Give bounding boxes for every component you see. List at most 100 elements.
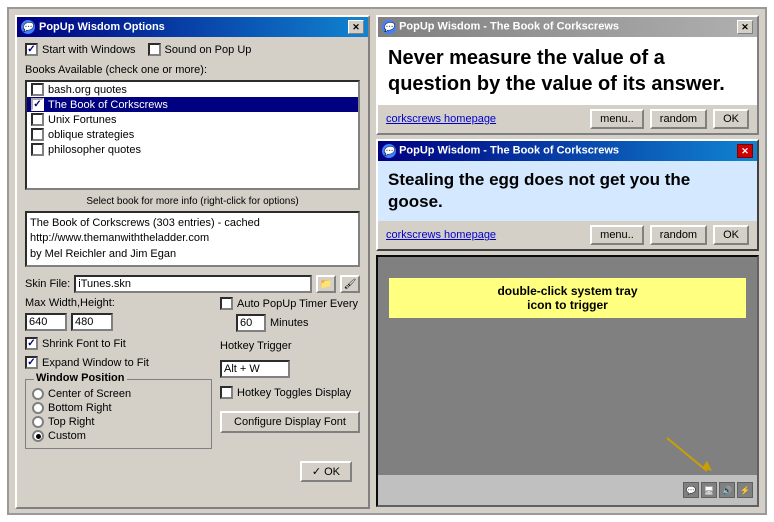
wisdom-gray-homepage-link[interactable]: corkscrews homepage <box>386 113 584 125</box>
wisdom-gray-random-button[interactable]: random <box>650 109 707 129</box>
radio-custom[interactable] <box>32 430 44 442</box>
max-height-input[interactable] <box>71 313 113 331</box>
right-col: Auto PopUp Timer Every Minutes Hotkey Tr… <box>220 297 360 449</box>
auto-timer-label: Auto PopUp Timer Every <box>237 298 358 310</box>
start-with-windows-label: Start with Windows <box>42 44 136 56</box>
position-custom[interactable]: Custom <box>32 430 205 442</box>
tray-icon-2[interactable]: 🖥 <box>701 482 717 498</box>
tray-tooltip-balloon: double-click system tray icon to trigger <box>388 277 747 319</box>
hotkey-input-row <box>220 360 360 378</box>
position-bottom-right-label: Bottom Right <box>48 402 112 414</box>
ok-button[interactable]: ✓ OK <box>300 461 352 482</box>
wisdom-blue-ok-button[interactable]: OK <box>713 225 749 245</box>
radio-bottom-right[interactable] <box>32 402 44 414</box>
wisdom-blue-close-button[interactable]: ✕ <box>737 144 753 158</box>
book-label-unix: Unix Fortunes <box>48 114 116 126</box>
book-checkbox-bash[interactable] <box>31 83 44 96</box>
skin-refresh-button[interactable]: 🖌 <box>340 275 360 293</box>
auto-timer-row: Auto PopUp Timer Every <box>220 297 360 310</box>
wisdom-gray-icon: 💬 <box>382 20 396 34</box>
hotkey-input[interactable] <box>220 360 290 378</box>
book-info-box: The Book of Corkscrews (303 entries) - c… <box>25 211 360 267</box>
book-checkbox-oblique[interactable] <box>31 128 44 141</box>
expand-window-row[interactable]: Expand Window to Fit <box>25 356 212 369</box>
book-info-line2: http://www.themanwiththeladder.com <box>30 231 355 246</box>
position-bottom-right[interactable]: Bottom Right <box>32 402 205 414</box>
position-top-right[interactable]: Top Right <box>32 416 205 428</box>
skin-browse-button[interactable]: 📁 <box>316 275 336 293</box>
book-item-philosopher[interactable]: philosopher quotes <box>27 142 358 157</box>
book-info-line1: The Book of Corkscrews (303 entries) - c… <box>30 216 355 231</box>
wisdom-blue-random-button[interactable]: random <box>650 225 707 245</box>
book-item-corkscrews[interactable]: The Book of Corkscrews <box>27 97 358 112</box>
configure-font-button[interactable]: Configure Display Font <box>220 411 360 433</box>
left-col: Max Width,Height: Shrink Font to Fit Exp… <box>25 297 212 449</box>
sound-on-popup-label: Sound on Pop Up <box>165 44 252 56</box>
window-position-legend: Window Position <box>34 372 127 384</box>
position-center[interactable]: Center of Screen <box>32 388 205 400</box>
shrink-font-row[interactable]: Shrink Font to Fit <box>25 337 212 350</box>
options-titlebar: 💬 PopUp Wisdom Options ✕ <box>17 17 368 37</box>
radio-top-right[interactable] <box>32 416 44 428</box>
expand-window-label: Expand Window to Fit <box>42 357 149 369</box>
wisdom-blue-quote: Stealing the egg does not get you the go… <box>378 161 757 221</box>
books-listbox[interactable]: bash.org quotes The Book of Corkscrews U… <box>25 80 360 190</box>
tray-icon-4[interactable]: ⚡ <box>737 482 753 498</box>
wisdom-gray-quote: Never measure the value of a question by… <box>378 37 757 105</box>
options-top-checkboxes: Start with Windows Sound on Pop Up <box>25 43 360 56</box>
minutes-label: Minutes <box>270 317 309 329</box>
wisdom-gray-title: PopUp Wisdom - The Book of Corkscrews <box>399 21 619 33</box>
book-checkbox-philosopher[interactable] <box>31 143 44 156</box>
options-close-button[interactable]: ✕ <box>348 20 364 34</box>
tray-icon-1[interactable]: 💬 <box>683 482 699 498</box>
book-item-bash[interactable]: bash.org quotes <box>27 82 358 97</box>
tray-icon-3[interactable]: 🔊 <box>719 482 735 498</box>
position-custom-label: Custom <box>48 430 86 442</box>
wisdom-blue-icon: 💬 <box>382 144 396 158</box>
book-item-oblique[interactable]: oblique strategies <box>27 127 358 142</box>
start-with-windows-checkbox[interactable] <box>25 43 38 56</box>
book-label-philosopher: philosopher quotes <box>48 144 141 156</box>
wisdom-titlebar-blue: 💬 PopUp Wisdom - The Book of Corkscrews … <box>378 141 757 161</box>
options-content: Start with Windows Sound on Pop Up Books… <box>17 37 368 507</box>
tray-tooltip-line1: double-click system tray <box>497 284 637 298</box>
hotkey-toggle-checkbox[interactable] <box>220 386 233 399</box>
wisdom-gray-ok-button[interactable]: OK <box>713 109 749 129</box>
auto-timer-checkbox[interactable] <box>220 297 233 310</box>
wisdom-gray-footer: corkscrews homepage menu.. random OK <box>378 105 757 133</box>
options-title-text: PopUp Wisdom Options <box>39 21 165 33</box>
wisdom-gray-menu-button[interactable]: menu.. <box>590 109 644 129</box>
start-with-windows-item[interactable]: Start with Windows <box>25 43 136 56</box>
wisdom-gray-close-button[interactable]: ✕ <box>737 20 753 34</box>
position-top-right-label: Top Right <box>48 416 94 428</box>
right-panel: 💬 PopUp Wisdom - The Book of Corkscrews … <box>376 15 759 507</box>
radio-center[interactable] <box>32 388 44 400</box>
shrink-font-label: Shrink Font to Fit <box>42 338 126 350</box>
skin-row: Skin File: 📁 🖌 <box>25 275 360 293</box>
wisdom-blue-homepage-link[interactable]: corkscrews homepage <box>386 229 584 241</box>
expand-window-checkbox[interactable] <box>25 356 38 369</box>
book-info-line3: by Mel Reichler and Jim Egan <box>30 247 355 262</box>
skin-input[interactable] <box>74 275 312 293</box>
timer-input-row: Minutes <box>236 314 360 332</box>
book-item-unix[interactable]: Unix Fortunes <box>27 112 358 127</box>
wisdom-blue-menu-button[interactable]: menu.. <box>590 225 644 245</box>
book-label-oblique: oblique strategies <box>48 129 134 141</box>
main-container: 💬 PopUp Wisdom Options ✕ Start with Wind… <box>7 7 767 515</box>
hotkey-toggles-label: Hotkey Toggles Display <box>237 387 351 399</box>
tray-demo: double-click system tray icon to trigger… <box>376 255 759 507</box>
max-width-input[interactable] <box>25 313 67 331</box>
book-checkbox-unix[interactable] <box>31 113 44 126</box>
skin-label: Skin File: <box>25 278 70 290</box>
tray-tooltip-line2: icon to trigger <box>527 298 608 312</box>
two-col-section: Max Width,Height: Shrink Font to Fit Exp… <box>25 297 360 449</box>
book-checkbox-corkscrews[interactable] <box>31 98 44 111</box>
sound-on-popup-checkbox[interactable] <box>148 43 161 56</box>
wisdom-blue-title: PopUp Wisdom - The Book of Corkscrews <box>399 145 619 157</box>
sound-on-popup-item[interactable]: Sound on Pop Up <box>148 43 252 56</box>
timer-minutes-input[interactable] <box>236 314 266 332</box>
book-info-hint: Select book for more info (right-click f… <box>25 196 360 207</box>
shrink-font-checkbox[interactable] <box>25 337 38 350</box>
options-dialog: 💬 PopUp Wisdom Options ✕ Start with Wind… <box>15 15 370 509</box>
size-inputs-row <box>25 313 212 331</box>
